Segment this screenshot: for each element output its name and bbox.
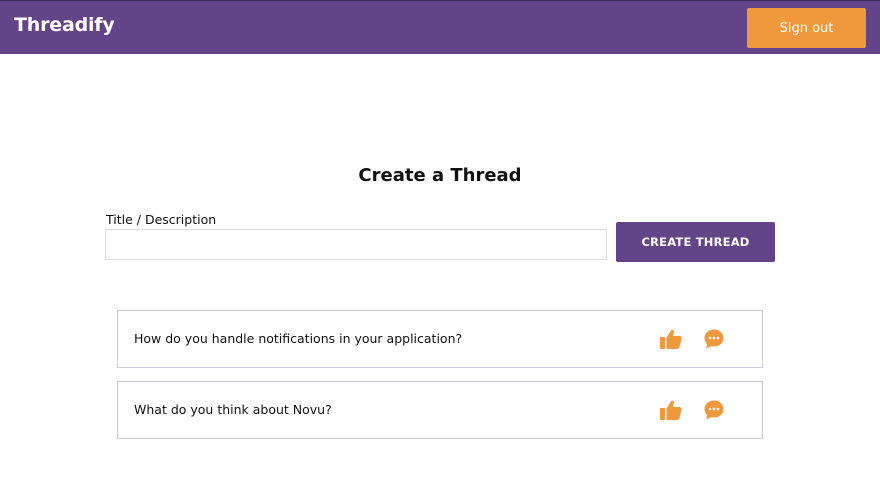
thread-title: What do you think about Novu?	[134, 402, 332, 417]
title-field-label: Title / Description	[106, 212, 217, 227]
thread-title: How do you handle notifications in your …	[134, 331, 463, 346]
page-title: Create a Thread	[358, 165, 522, 186]
thread-title-input[interactable]	[105, 229, 607, 260]
create-thread-button[interactable]: CREATE THREAD	[616, 222, 775, 262]
thread-item[interactable]: What do you think about Novu?	[117, 381, 763, 439]
comment-icon[interactable]	[703, 399, 725, 421]
brand-logo[interactable]: Threadify	[14, 14, 115, 36]
sign-out-button[interactable]: Sign out	[747, 8, 866, 48]
comment-icon[interactable]	[703, 328, 725, 350]
thumbs-up-icon[interactable]	[659, 328, 683, 350]
thread-list: How do you handle notifications in your …	[117, 310, 763, 452]
thumbs-up-icon[interactable]	[659, 399, 683, 421]
top-navbar: Threadify Sign out	[0, 0, 880, 54]
thread-item[interactable]: How do you handle notifications in your …	[117, 310, 763, 368]
